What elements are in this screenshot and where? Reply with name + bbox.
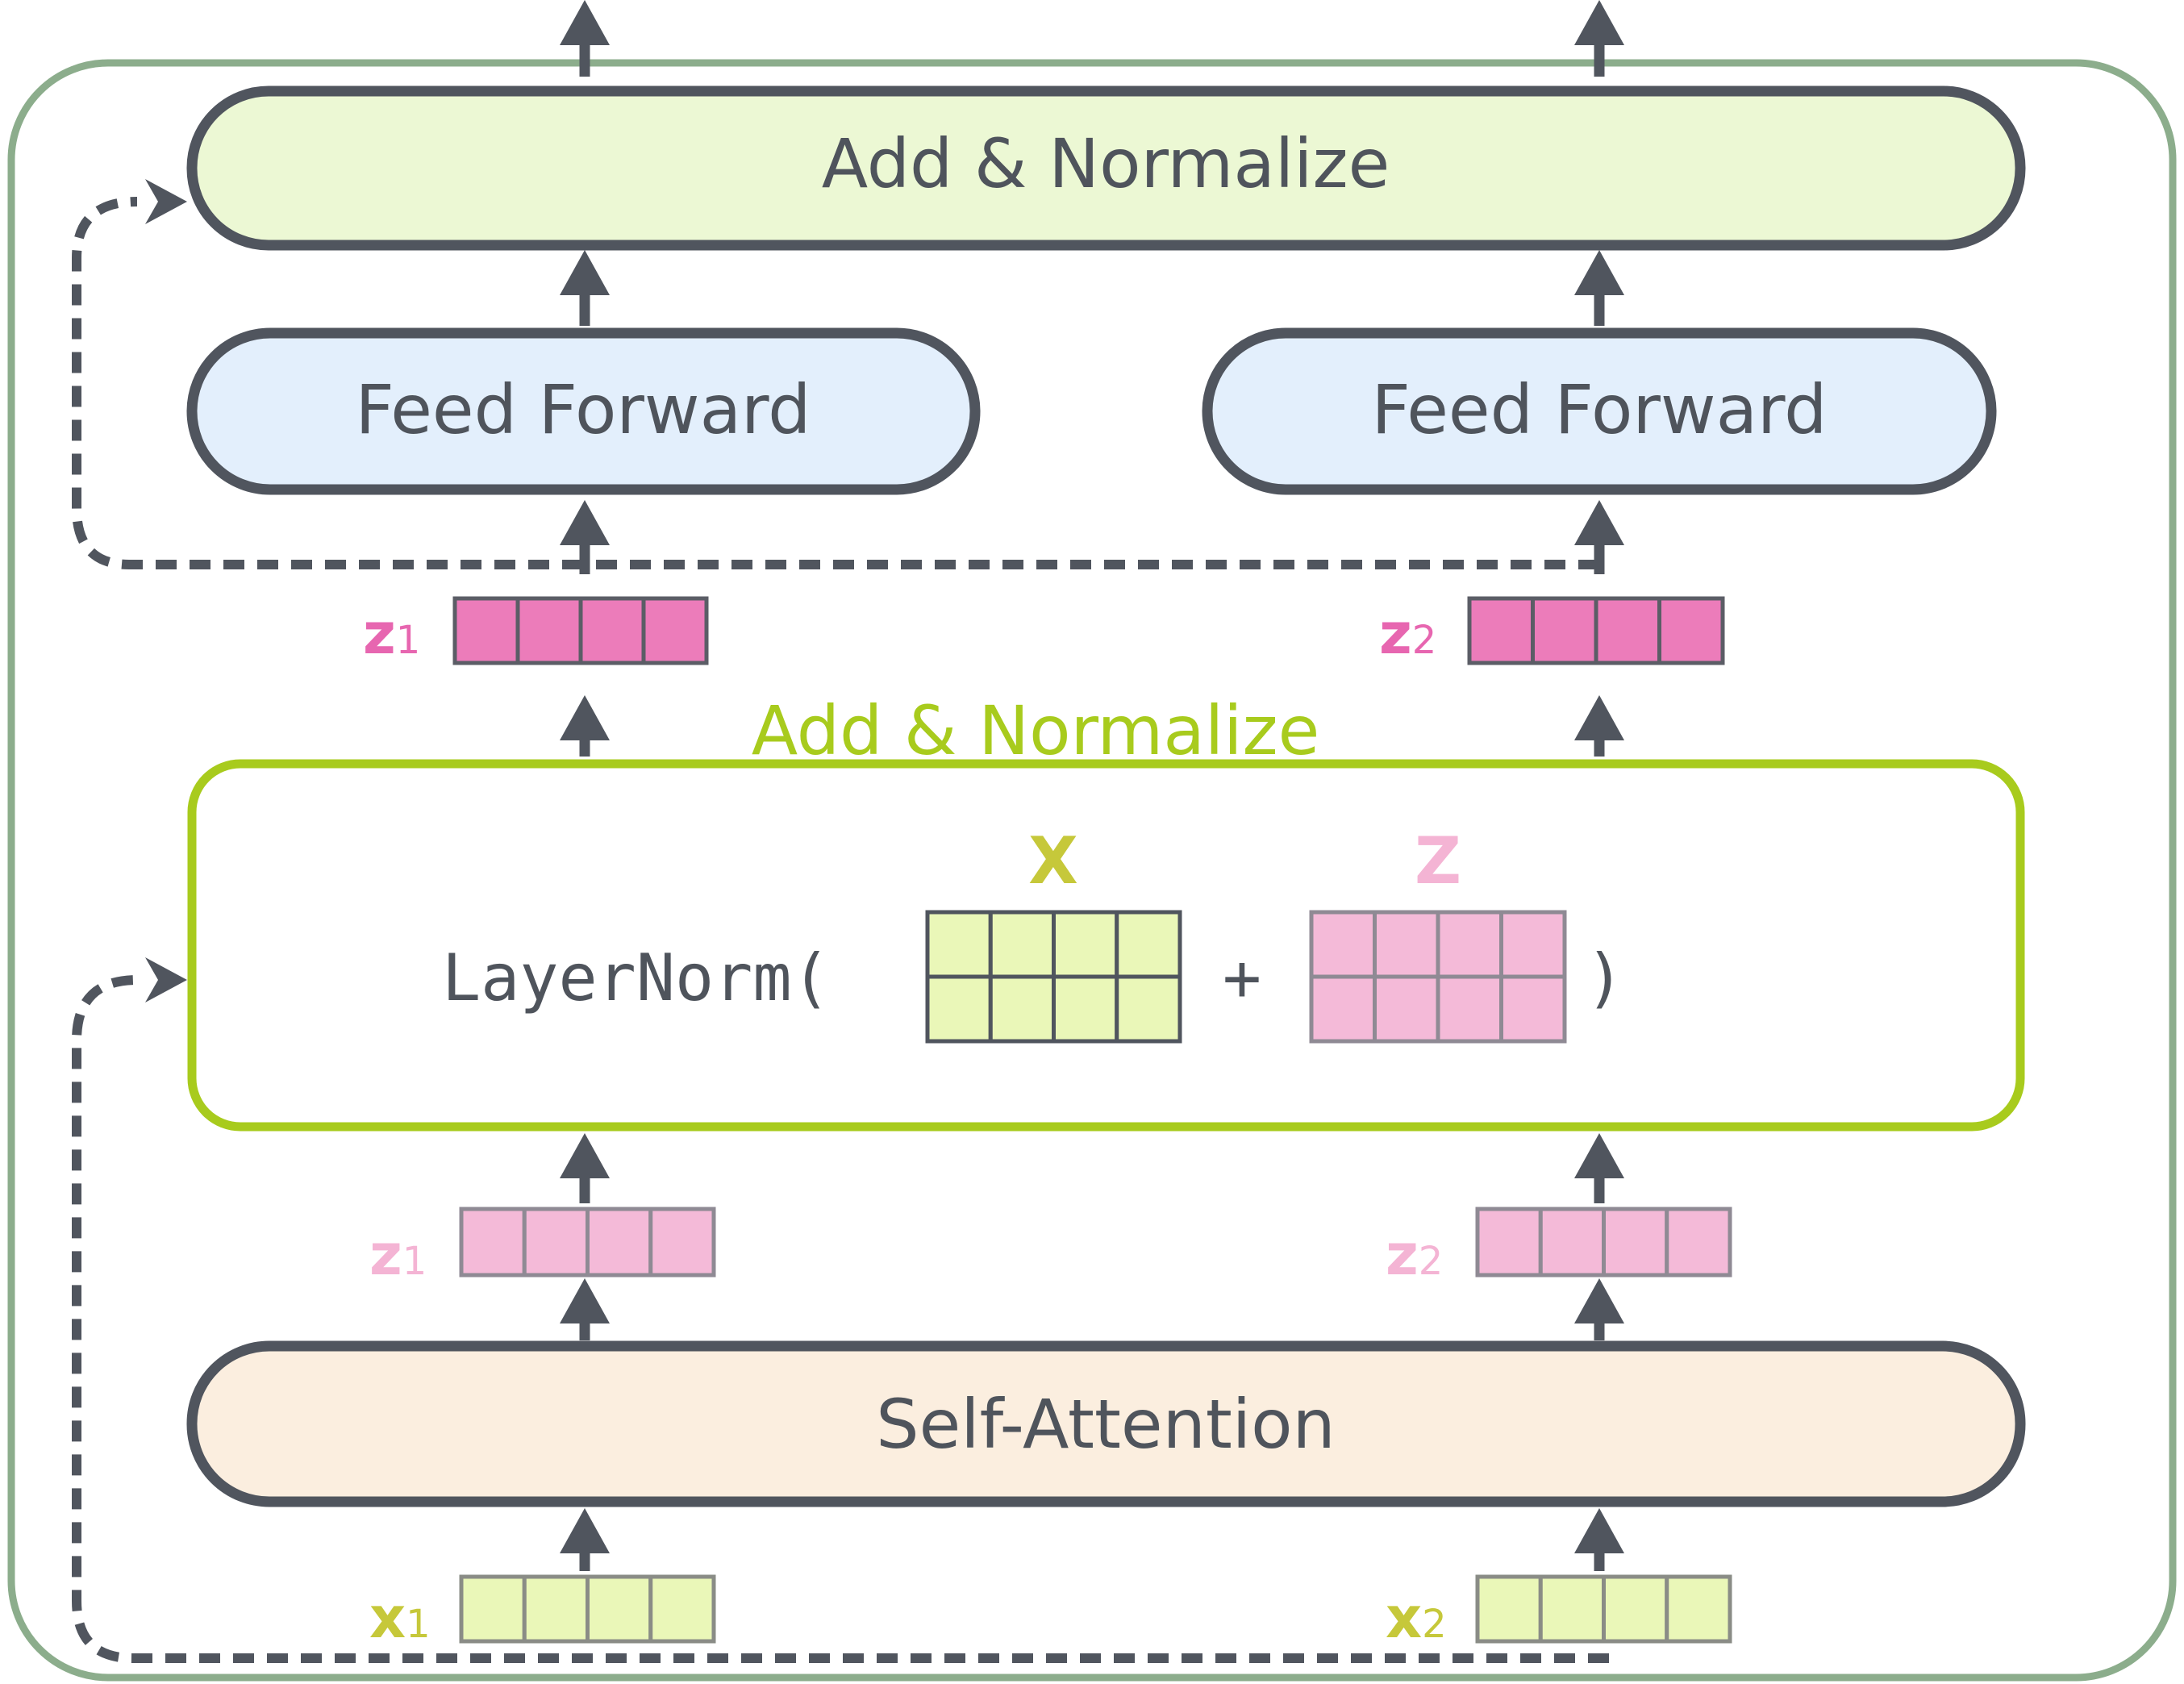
vector-cell (1538, 1207, 1606, 1278)
vector-cell (1309, 974, 1377, 1044)
vector-z1-attention: z1 (369, 1207, 716, 1288)
vector-cell (1115, 910, 1182, 979)
vector-cell (641, 596, 709, 665)
vector-cell (1052, 910, 1119, 979)
vector-cell (1594, 596, 1661, 665)
flow-arrowhead-icon (1574, 1508, 1624, 1553)
vector-cell (452, 596, 520, 665)
self-attention-label: Self-Attention (876, 1385, 1335, 1464)
vector-cell (1436, 910, 1503, 979)
vector-cell (988, 974, 1056, 1044)
flow-arrowhead-icon (1574, 0, 1624, 45)
vector-cell (648, 1207, 716, 1278)
matrix-z-label: Z (1415, 823, 1461, 898)
vector-cell (925, 974, 993, 1044)
flow-arrowhead-icon (1574, 1133, 1624, 1178)
flow-arrowhead-icon (560, 1278, 610, 1323)
vector-cell (459, 1207, 527, 1278)
vector-cell (1373, 910, 1440, 979)
vector-cell (1115, 974, 1182, 1044)
vector-cell (586, 1207, 653, 1278)
vector-z2-output: z2 (1379, 596, 1725, 667)
vector-cell (1499, 974, 1567, 1044)
vector-cell (1531, 596, 1598, 665)
vector-cell (1436, 974, 1503, 1044)
residual-arrowhead-top (145, 179, 187, 224)
encoder-diagram: Add & Normalize Feed Forward Feed Forwar… (7, 0, 2177, 1682)
vector-cell (515, 596, 583, 665)
vector-cell (522, 1207, 590, 1278)
vector-cell (1309, 910, 1377, 979)
flow-arrowhead-icon (560, 0, 610, 45)
flow-arrowhead-icon (560, 695, 610, 740)
close-paren: ) (1586, 940, 1624, 1015)
flow-arrowhead-icon (1574, 1278, 1624, 1323)
x1-input-label: x1 (369, 1585, 431, 1651)
vector-cell (1538, 1574, 1606, 1644)
vector-cell (1499, 910, 1567, 979)
vector-cell (1665, 1574, 1732, 1644)
vector-x2-input: x2 (1386, 1574, 1732, 1651)
feed-forward-2-label: Feed Forward (1372, 370, 1828, 449)
layernorm-function: LayerNorm( (442, 940, 831, 1015)
matrix-x-label: X (1028, 823, 1078, 898)
vector-cell (1475, 1207, 1543, 1278)
vector-cell (988, 910, 1056, 979)
matrix-x (925, 910, 1182, 1044)
z1-attention-label: z1 (369, 1222, 427, 1288)
vector-cell (648, 1574, 716, 1644)
vector-cell (1475, 1574, 1543, 1644)
flow-arrowhead-icon (1574, 500, 1624, 545)
vector-z2-attention: z2 (1386, 1207, 1732, 1288)
vector-cell (459, 1574, 527, 1644)
flow-arrowhead-icon (560, 1508, 610, 1553)
vector-cell (1665, 1207, 1732, 1278)
z2-attention-label: z2 (1386, 1222, 1443, 1288)
vector-cell (1657, 596, 1725, 665)
plus-sign: + (1223, 940, 1261, 1015)
flow-arrowhead-icon (1574, 250, 1624, 295)
vector-x1-input: x1 (369, 1574, 716, 1651)
x2-input-label: x2 (1386, 1585, 1447, 1651)
z2-output-label: z2 (1379, 601, 1436, 667)
matrix-z (1309, 910, 1567, 1044)
flow-arrowhead-icon (560, 1133, 610, 1178)
vector-cell (522, 1574, 590, 1644)
vector-cell (1467, 596, 1535, 665)
vector-cell (1602, 1574, 1669, 1644)
vector-cell (1373, 974, 1440, 1044)
residual-arrowhead-bottom (145, 957, 187, 1002)
vector-cell (1052, 974, 1119, 1044)
feed-forward-1-label: Feed Forward (356, 370, 811, 449)
vector-cell (586, 1574, 653, 1644)
vector-cell (578, 596, 646, 665)
flow-arrowhead-icon (560, 250, 610, 295)
vector-cell (1602, 1207, 1669, 1278)
vector-z1-output: z1 (363, 596, 709, 667)
z1-output-label: z1 (363, 601, 420, 667)
vector-cell (925, 910, 993, 979)
add-normalize-top-label: Add & Normalize (822, 124, 1390, 203)
flow-arrowhead-icon (560, 500, 610, 545)
add-normalize-caption: Add & Normalize (752, 691, 1320, 770)
flow-arrowhead-icon (1574, 695, 1624, 740)
